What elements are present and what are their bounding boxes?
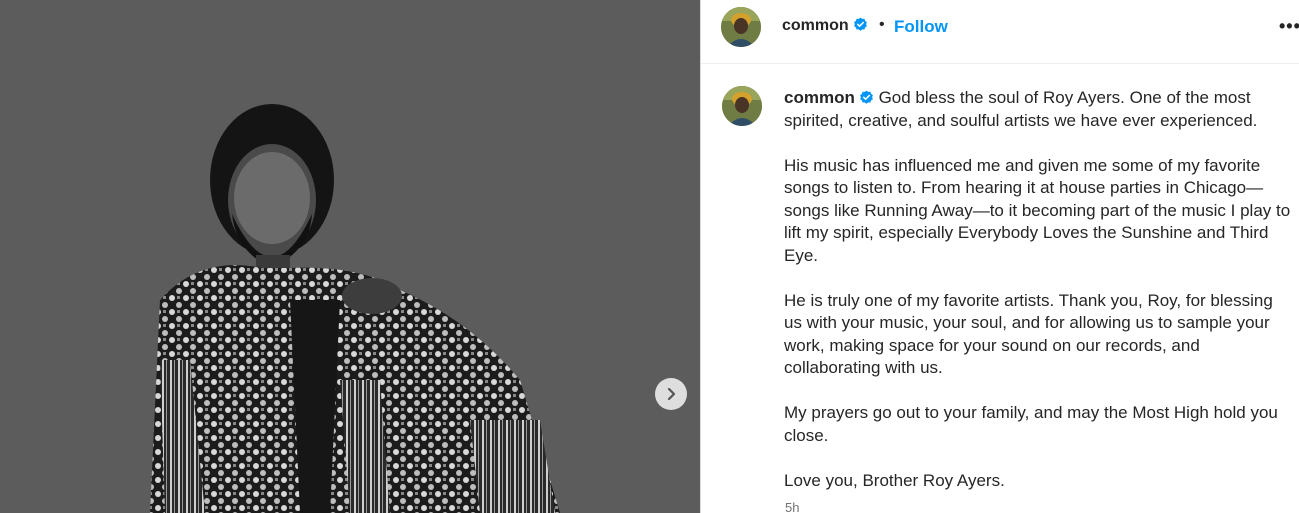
caption-paragraph: common God bless the soul of Roy Ayers. … (784, 87, 1294, 132)
caption-username[interactable]: common (784, 88, 855, 107)
next-slide-button[interactable] (655, 378, 687, 410)
verified-badge-icon (853, 17, 867, 31)
chevron-right-icon (667, 387, 676, 401)
avatar[interactable] (721, 7, 761, 47)
post-caption: common God bless the soul of Roy Ayers. … (784, 87, 1294, 513)
post-photo (0, 0, 700, 513)
caption-paragraph: Love you, Brother Roy Ayers. (784, 470, 1005, 490)
caption-paragraph: His music has influenced me and given me… (784, 155, 1291, 265)
caption-avatar[interactable] (722, 86, 762, 126)
post-timestamp[interactable]: 5h (785, 500, 799, 513)
more-options-icon[interactable]: ••• (1279, 16, 1299, 37)
follow-button[interactable]: Follow (894, 17, 948, 37)
caption-paragraph: He is truly one of my favorite artists. … (784, 290, 1273, 378)
header-username-wrap[interactable]: common (782, 17, 868, 35)
caption-paragraph: My prayers go out to your family, and ma… (784, 403, 1278, 445)
post-sidebar: common • Follow ••• common God bless the… (700, 0, 1299, 513)
post-media[interactable] (0, 0, 700, 513)
post-header: common • Follow ••• (701, 0, 1299, 64)
verified-badge-icon (859, 90, 873, 104)
separator-dot: • (879, 16, 885, 33)
header-username[interactable]: common (782, 17, 849, 34)
caption-text: God bless the soul of Roy Ayers. One of … (784, 88, 1258, 130)
